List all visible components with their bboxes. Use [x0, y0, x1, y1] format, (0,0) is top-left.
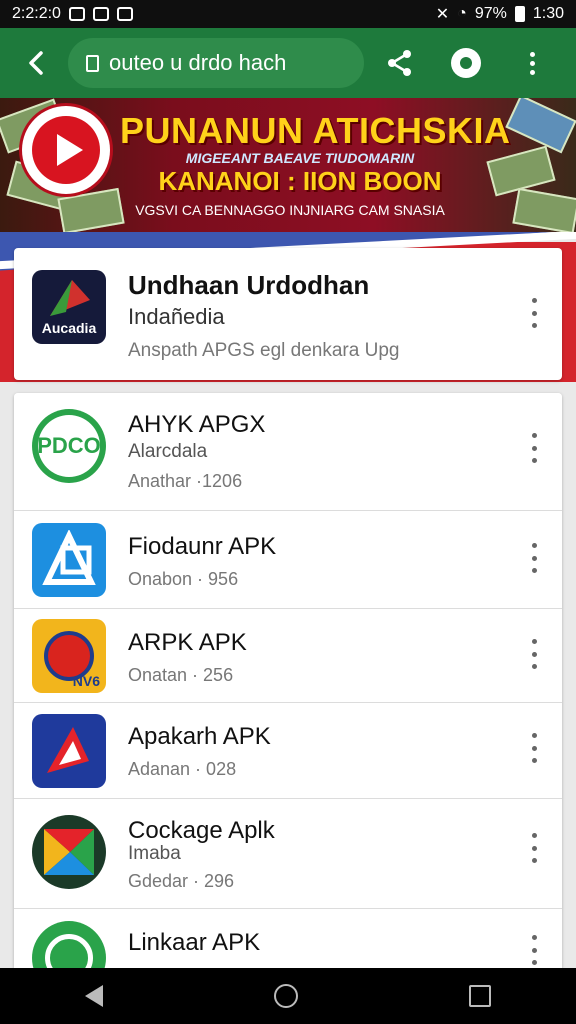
status-bar: 2:2:2:0 ✕ ◔ 97% 1:30 — [0, 0, 576, 28]
icon-text: NV6 — [72, 673, 100, 689]
app-notification-icon — [116, 7, 133, 21]
app-meta: Anathar ·1206 — [128, 471, 243, 491]
list-item[interactable]: Apakarh APK Adanan · 028 — [14, 703, 562, 799]
list-item[interactable]: PDCO AHYK APGX Alarcdala Anathar ·1206 — [14, 393, 562, 511]
back-button[interactable] — [14, 41, 58, 85]
featured-app-card[interactable]: Aucadia Undhaan Urdodhan Indañedia Anspa… — [14, 248, 562, 380]
browser-toolbar: outeo u drdo hach — [0, 28, 576, 98]
featured-more-button[interactable] — [528, 298, 540, 328]
app-title: AHYK APGX — [128, 411, 266, 438]
app-meta: Onatan · 256 — [128, 665, 234, 685]
gear-icon — [451, 48, 481, 78]
app-title: Cockage Aplk — [128, 817, 275, 844]
more-button[interactable] — [528, 733, 540, 763]
mute-icon: ✕ — [435, 6, 450, 23]
app-subtitle: Imaba — [128, 843, 181, 864]
settings-button[interactable] — [444, 41, 488, 85]
url-bar[interactable]: outeo u drdo hach — [68, 38, 364, 88]
app-meta: Onabon · 956 — [128, 569, 239, 589]
list-item[interactable]: NV6 ARPK APK Onatan · 256 — [14, 609, 562, 703]
promo-banner[interactable]: PUNANUN ATICHSKIA MIGEEANT BAEAVE TIUDOM… — [0, 98, 576, 232]
battery-icon — [514, 6, 525, 22]
banner-line3: VGSVI CA BENNAGGO INJNIARG CAM SNASIA — [135, 202, 445, 218]
image-notification-icon — [92, 7, 109, 21]
featured-subtitle: Indañedia — [128, 304, 225, 329]
list-item[interactable]: Fiodaunr APK Onabon · 956 — [14, 511, 562, 609]
page-icon — [86, 54, 99, 72]
wifi-icon: ◔ — [457, 5, 467, 22]
more-button[interactable] — [528, 543, 540, 573]
nav-recents-icon[interactable] — [468, 985, 491, 1007]
more-button[interactable] — [528, 833, 540, 863]
ap-logo-icon — [32, 523, 106, 597]
featured-app-icon: Aucadia — [32, 270, 106, 344]
app-subtitle: Alarcdala — [128, 441, 208, 462]
back-arrow-icon — [29, 51, 43, 75]
overflow-menu-button[interactable] — [510, 41, 554, 85]
more-button[interactable] — [528, 935, 540, 965]
green-circle-icon — [32, 921, 106, 968]
more-button[interactable] — [528, 433, 540, 463]
list-item[interactable]: Cockage Aplk Imaba Gdedar · 296 — [14, 799, 562, 909]
app-title: ARPK APK — [128, 629, 247, 656]
system-nav-bar — [0, 968, 576, 1024]
status-clock: 1:30 — [532, 5, 564, 22]
url-text: outeo u drdo hach — [109, 50, 287, 75]
nav-back-icon[interactable] — [85, 985, 104, 1007]
circle-arrows-icon: PDCO — [32, 409, 106, 483]
battery-percent: 97% — [474, 5, 507, 22]
app-title: Fiodaunr APK — [128, 533, 277, 560]
banner-title: PUNANUN ATICHSKIA — [120, 110, 511, 151]
colorful-x-icon — [32, 815, 106, 889]
app-title: Linkaar APK — [128, 929, 261, 956]
more-vert-icon — [529, 51, 535, 75]
yellow-badge-icon: NV6 — [32, 619, 106, 693]
nav-home-icon[interactable] — [273, 984, 298, 1008]
notification-icon — [68, 7, 85, 21]
app-meta: Adanan · 028 — [128, 759, 237, 779]
banner-line2: KANANOI : IION BOON — [158, 166, 442, 196]
red-triangle-icon — [32, 714, 106, 788]
featured-icon-label: Aucadia — [41, 320, 97, 336]
play-logo-icon — [22, 106, 110, 194]
list-item[interactable]: Linkaar APK — [14, 909, 562, 968]
phone-decoration — [505, 98, 576, 154]
status-time: 2:2:2:0 — [12, 5, 61, 22]
featured-title: Undhaan Urdodhan — [128, 270, 370, 300]
more-button[interactable] — [528, 639, 540, 669]
icon-text: PDCO — [37, 433, 101, 458]
app-title: Apakarh APK — [128, 723, 271, 750]
share-button[interactable] — [378, 41, 422, 85]
banner-line1: MIGEEANT BAEAVE TIUDOMARIN — [185, 150, 415, 166]
share-icon — [388, 50, 411, 76]
app-meta: Gdedar · 296 — [128, 871, 235, 891]
featured-description: Anspath APGS egl denkara Upg — [128, 340, 400, 361]
money-decoration — [512, 187, 576, 232]
